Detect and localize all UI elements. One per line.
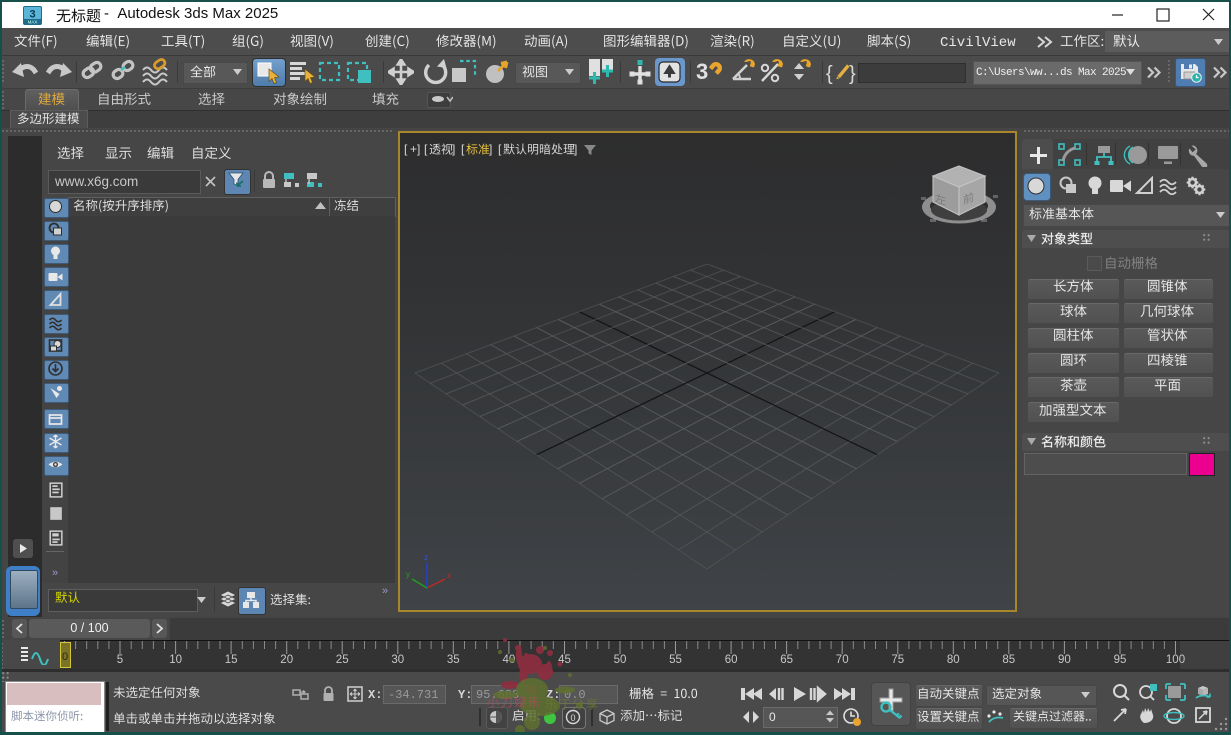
svg-text:3: 3	[696, 59, 708, 84]
svg-text:55: 55	[669, 654, 682, 666]
svg-text:100: 100	[1166, 654, 1185, 666]
svg-text:30: 30	[391, 654, 404, 666]
svg-text:y: y	[406, 570, 410, 579]
svg-text:85: 85	[1002, 654, 1015, 666]
svg-text:5: 5	[117, 654, 123, 666]
svg-text:{: {	[826, 63, 833, 85]
svg-text:90: 90	[1058, 654, 1071, 666]
svg-text:20: 20	[280, 654, 293, 666]
svg-text:x: x	[447, 571, 451, 580]
svg-text:25: 25	[336, 654, 349, 666]
svg-text:15: 15	[225, 654, 238, 666]
svg-text:35: 35	[447, 654, 460, 666]
svg-text:80: 80	[947, 654, 960, 666]
svg-text:60: 60	[725, 654, 738, 666]
svg-text:95: 95	[1114, 654, 1127, 666]
svg-text:75: 75	[891, 654, 904, 666]
svg-text:10: 10	[169, 654, 182, 666]
svg-text:65: 65	[780, 654, 793, 666]
svg-text:z: z	[424, 553, 428, 562]
svg-text:MAX: MAX	[28, 20, 38, 25]
svg-text:70: 70	[836, 654, 849, 666]
